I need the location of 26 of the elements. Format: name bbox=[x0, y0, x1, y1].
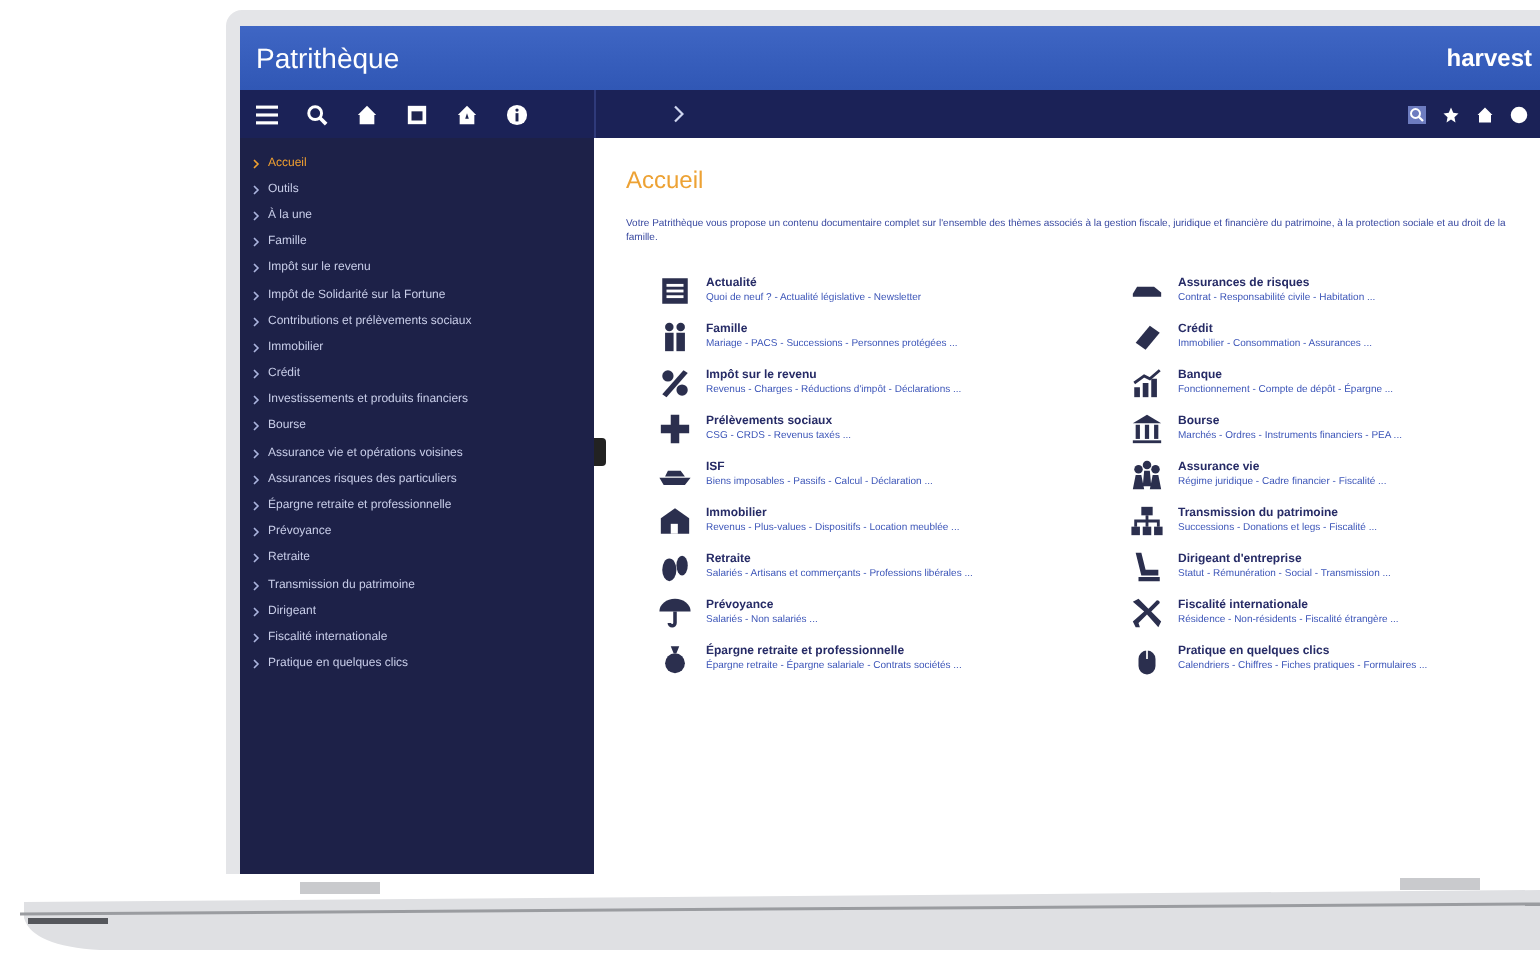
menu-icon[interactable] bbox=[256, 103, 278, 125]
star-house-icon[interactable] bbox=[456, 103, 478, 125]
house-icon[interactable] bbox=[658, 503, 692, 537]
star-icon[interactable] bbox=[1442, 105, 1460, 123]
search-icon[interactable] bbox=[306, 103, 328, 125]
newspaper-icon[interactable] bbox=[658, 273, 692, 307]
info-icon[interactable] bbox=[1510, 105, 1528, 123]
chevron-right-icon[interactable] bbox=[672, 104, 684, 124]
umbrella-icon[interactable] bbox=[658, 595, 692, 629]
info-icon[interactable] bbox=[506, 103, 528, 125]
page-title: Accueil bbox=[626, 166, 706, 194]
home-icon[interactable] bbox=[1476, 105, 1494, 123]
app-title: Patrithèque bbox=[256, 42, 400, 74]
collapse-handle[interactable] bbox=[594, 438, 606, 466]
calendar-icon[interactable] bbox=[406, 103, 428, 125]
percent-icon[interactable] bbox=[658, 365, 692, 399]
home-icon[interactable] bbox=[356, 103, 378, 125]
chart-icon[interactable] bbox=[1130, 365, 1164, 399]
brand-logo: harvest bbox=[1446, 44, 1534, 72]
search-box-icon[interactable] bbox=[1408, 105, 1426, 123]
chevron-right-icon bbox=[252, 658, 260, 671]
chair-icon[interactable] bbox=[1130, 549, 1164, 583]
people-icon[interactable] bbox=[1130, 457, 1164, 491]
bank-icon[interactable] bbox=[1130, 411, 1164, 445]
hierarchy-icon[interactable] bbox=[1130, 503, 1164, 537]
plus-icon[interactable] bbox=[658, 411, 692, 445]
